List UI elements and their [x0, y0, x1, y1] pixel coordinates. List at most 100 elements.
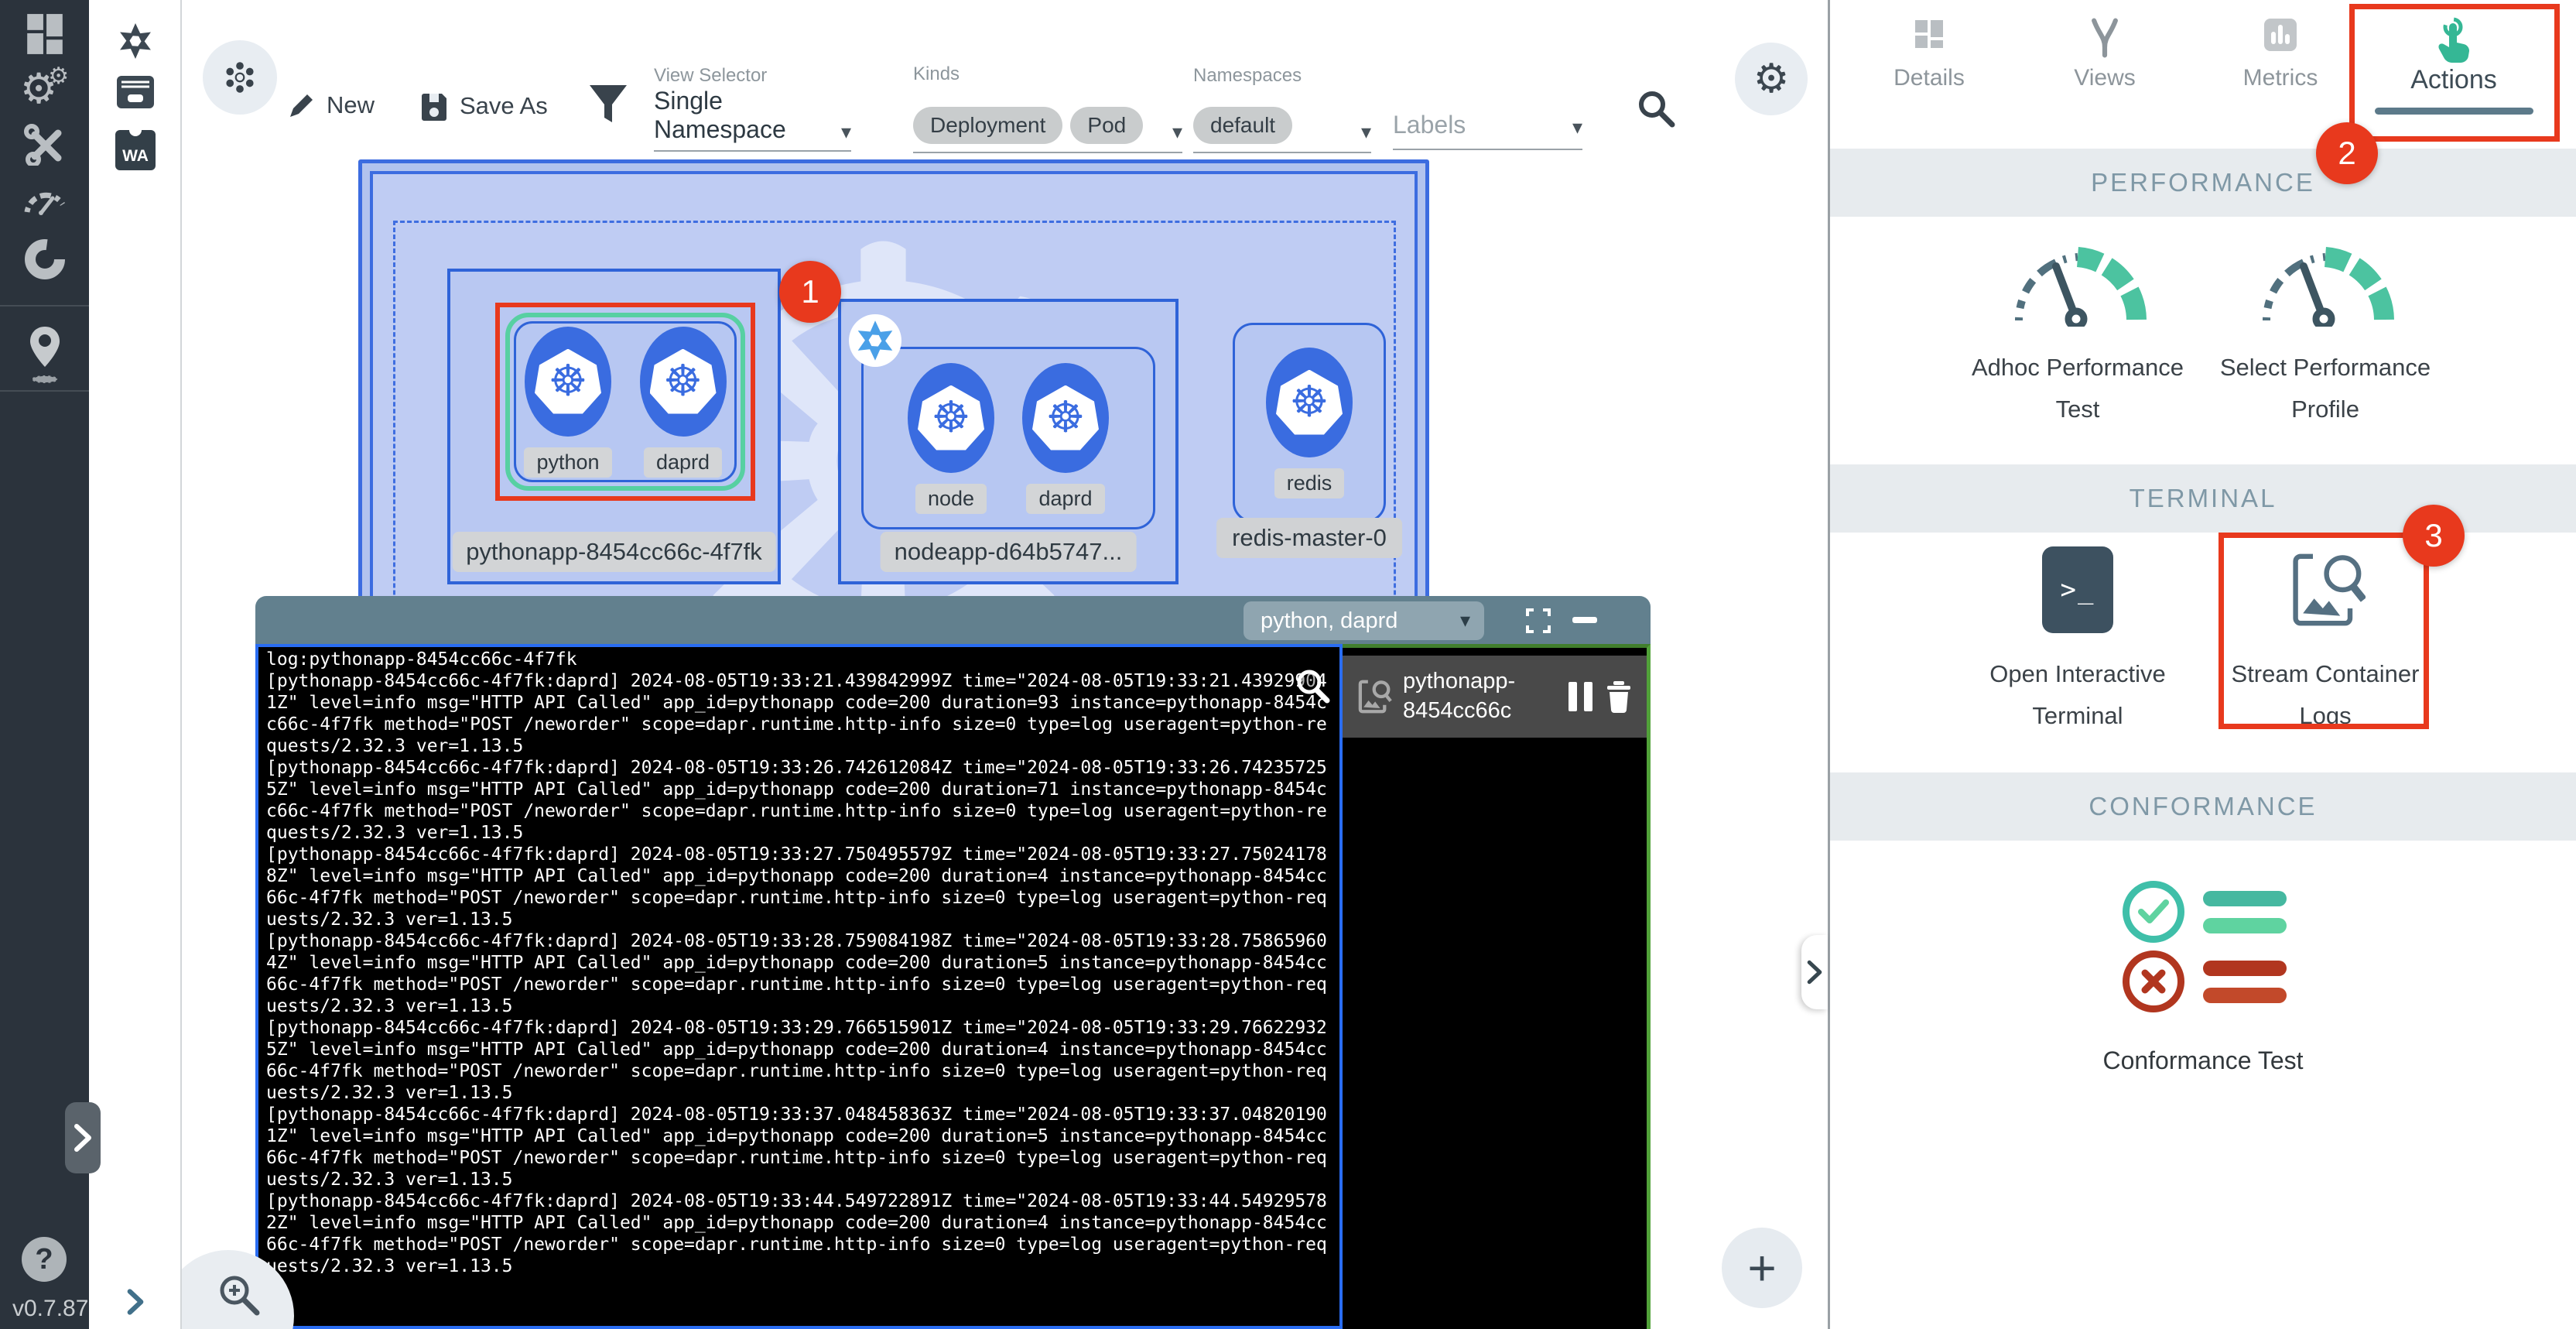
- tab-pod-label: pythonapp-8454cc66c: [1403, 667, 1558, 725]
- pause-stream-button[interactable]: [1569, 682, 1592, 711]
- container-selector-dropdown[interactable]: python, daprd ▾: [1244, 601, 1484, 640]
- dashboard-icon[interactable]: [0, 12, 89, 56]
- log-stream-tabs: pythonapp-8454cc66c: [1343, 644, 1651, 1329]
- version-label: v0.7.87: [12, 1296, 88, 1322]
- settings-button[interactable]: ⚙: [1735, 43, 1808, 115]
- annotation-badge-3: 3: [2403, 505, 2465, 567]
- save-as-button[interactable]: Save As: [418, 90, 548, 122]
- annotation-badge-1: 1: [779, 261, 841, 323]
- sidebar-divider: [0, 390, 89, 392]
- pod-name-chip[interactable]: nodeapp-d64b5747...: [881, 532, 1137, 572]
- k8s-container-icon: ☸: [1022, 363, 1109, 473]
- gauge-icon[interactable]: [0, 186, 89, 215]
- mesh-chart-icon[interactable]: [0, 238, 89, 280]
- select-performance-profile-action[interactable]: Select Performance Profile: [2209, 234, 2441, 431]
- log-output[interactable]: log:pythonapp-8454cc66c-4f7fk [pythonapp…: [255, 644, 1343, 1329]
- container-node[interactable]: ☸ node: [908, 363, 994, 514]
- section-header-terminal: TERMINAL: [1830, 464, 2576, 533]
- tab-metrics[interactable]: Metrics: [2203, 17, 2358, 91]
- tab-label: Metrics: [2203, 65, 2358, 91]
- save-as-label: Save As: [460, 92, 548, 120]
- pod-redis[interactable]: ☸ redis: [1233, 323, 1386, 522]
- namespaces-field[interactable]: Namespaces default ▾: [1193, 65, 1371, 153]
- minimize-button[interactable]: [1572, 617, 1597, 623]
- new-button[interactable]: New: [286, 90, 375, 121]
- log-record: [pythonapp-8454cc66c-4f7fk:daprd] 2024-0…: [266, 757, 1332, 844]
- chevron-down-icon: ▾: [841, 121, 851, 144]
- log-record: [pythonapp-8454cc66c-4f7fk:daprd] 2024-0…: [266, 670, 1332, 757]
- container-daprd[interactable]: ☸ daprd: [1022, 363, 1109, 514]
- kinds-field[interactable]: Kinds Deployment Pod ▾: [913, 63, 1182, 153]
- container-redis[interactable]: ☸ redis: [1266, 348, 1353, 498]
- log-stream-tab[interactable]: pythonapp-8454cc66c: [1343, 656, 1647, 738]
- filter-button[interactable]: [588, 84, 628, 127]
- container-label: node: [915, 484, 987, 514]
- pod-label-redis[interactable]: redis-master-0: [1216, 518, 1402, 558]
- funnel-icon: [588, 84, 628, 127]
- container-python[interactable]: ☸ python: [524, 327, 611, 478]
- selected-pod-highlight: ☸ python ☸ daprd: [505, 313, 745, 491]
- log-title-line: log:pythonapp-8454cc66c-4f7fk: [266, 649, 1332, 670]
- panel-collapse-handle[interactable]: [1801, 935, 1828, 1009]
- conformance-test-action[interactable]: Conformance Test: [1830, 1046, 2576, 1075]
- details-icon: [1912, 17, 1946, 51]
- trash-icon[interactable]: [1603, 680, 1634, 714]
- pencil-icon: [286, 90, 317, 121]
- tab-details[interactable]: Details: [1852, 17, 2006, 91]
- metrics-icon: [2263, 17, 2298, 53]
- tools-icon[interactable]: [0, 124, 89, 166]
- chevron-right-icon: [73, 1122, 93, 1153]
- section-header-performance: PERFORMANCE: [1830, 149, 2576, 217]
- container-selector-value: python, daprd: [1261, 608, 1397, 634]
- dapr-menu-button[interactable]: [203, 40, 277, 115]
- tab-views[interactable]: Views: [2027, 17, 2182, 91]
- search-button[interactable]: [1636, 88, 1676, 132]
- help-icon: ?: [35, 1243, 53, 1276]
- kind-chip-deployment[interactable]: Deployment: [913, 107, 1062, 144]
- kind-chip-pod[interactable]: Pod: [1070, 107, 1143, 144]
- dapr-logo-icon[interactable]: [89, 22, 182, 60]
- conformance-fail-icon: [2123, 951, 2287, 1012]
- adhoc-performance-action[interactable]: Adhoc Performance Test: [1962, 234, 2194, 431]
- search-icon: [1636, 88, 1676, 128]
- pod-name-chip[interactable]: pythonapp-8454cc66c-4f7fk: [452, 532, 776, 572]
- open-interactive-terminal-action[interactable]: >_ Open Interactive Terminal: [1962, 546, 2194, 738]
- chevron-right-icon: [1806, 959, 1823, 985]
- container-label: daprd: [644, 447, 722, 478]
- pod-pythonapp[interactable]: ☸ python ☸ daprd: [514, 321, 737, 482]
- log-record: [pythonapp-8454cc66c-4f7fk:daprd] 2024-0…: [266, 844, 1332, 930]
- namespaces-label: Namespaces: [1193, 65, 1371, 87]
- log-search-button[interactable]: [1294, 667, 1331, 710]
- annotation-badge-2: 2: [2316, 122, 2378, 184]
- k8s-container-icon: ☸: [640, 327, 727, 437]
- log-record: [pythonapp-8454cc66c-4f7fk:daprd] 2024-0…: [266, 1190, 1332, 1277]
- k8s-container-icon: ☸: [525, 327, 611, 437]
- chevron-down-icon: ▾: [1172, 121, 1182, 144]
- deployment-pythonapp[interactable]: ☸ python ☸ daprd pythonapp-8454cc66c-4f7…: [447, 269, 781, 584]
- rail-expand-chevron[interactable]: [89, 1288, 182, 1316]
- add-button[interactable]: +: [1722, 1228, 1802, 1308]
- log-record: [pythonapp-8454cc66c-4f7fk:daprd] 2024-0…: [266, 930, 1332, 1017]
- image-search-icon: [1355, 677, 1392, 716]
- view-selector-field[interactable]: View Selector Single Namespace ▾: [654, 65, 851, 152]
- sidebar-expand-handle[interactable]: [65, 1102, 101, 1173]
- namespace-chip-default[interactable]: default: [1193, 107, 1292, 144]
- inbox-icon[interactable]: [89, 74, 182, 110]
- fullscreen-icon: [1524, 607, 1552, 635]
- terminal-header[interactable]: python, daprd ▾: [255, 596, 1651, 644]
- container-daprd[interactable]: ☸ daprd: [640, 327, 727, 478]
- fullscreen-button[interactable]: [1524, 607, 1552, 639]
- action-label: Open Interactive Terminal: [1969, 653, 2186, 738]
- chevron-down-icon: ▾: [1361, 121, 1371, 144]
- labels-placeholder: Labels: [1393, 111, 1466, 139]
- wasm-icon[interactable]: WA: [89, 130, 182, 170]
- tab-label: Details: [1852, 65, 2006, 91]
- help-button[interactable]: ?: [22, 1237, 67, 1282]
- pod-nodeapp[interactable]: ☸ node ☸ daprd: [861, 347, 1155, 529]
- chevron-down-icon: ▾: [1460, 609, 1470, 632]
- annotation-box-3: [2219, 533, 2429, 729]
- gears-icon[interactable]: ⚙ ⚙: [0, 68, 89, 110]
- annotation-box-2: [2349, 4, 2560, 142]
- location-pin-icon[interactable]: [0, 325, 89, 389]
- labels-field[interactable]: Labels ▾: [1393, 65, 1582, 150]
